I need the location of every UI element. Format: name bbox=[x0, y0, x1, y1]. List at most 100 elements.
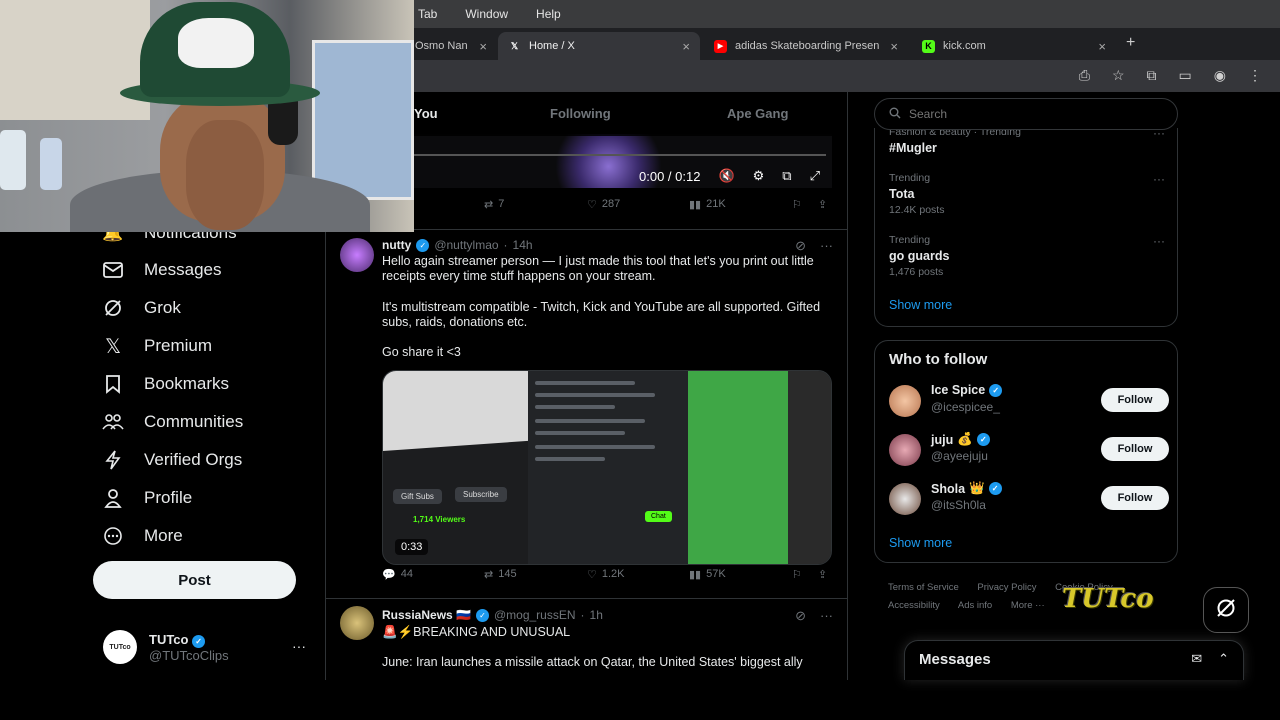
tab-for-you[interactable]: You bbox=[414, 106, 438, 121]
bookmark-icon bbox=[100, 371, 126, 397]
trend-item[interactable]: Fashion & beauty · Trending #Mugler ··· bbox=[889, 126, 1165, 155]
views-button[interactable]: ▮▮ 21K bbox=[689, 198, 726, 211]
nav-bookmarks[interactable]: Bookmarks bbox=[100, 371, 229, 397]
nav-grok[interactable]: Grok bbox=[100, 295, 181, 321]
profile-icon[interactable]: ◉ bbox=[1214, 67, 1226, 84]
bookmark-icon[interactable]: ⚐ bbox=[792, 198, 802, 211]
share-icon[interactable]: ⇪ bbox=[818, 568, 827, 581]
like-button[interactable]: ♡ 287 bbox=[587, 198, 620, 211]
trend-item[interactable]: Trending go guards 1,476 posts ··· bbox=[889, 234, 1165, 278]
close-icon[interactable]: × bbox=[890, 39, 898, 54]
chat-line bbox=[535, 419, 645, 423]
nav-more[interactable]: More bbox=[100, 523, 183, 549]
trend-item[interactable]: Trending Tota 12.4K posts ··· bbox=[889, 172, 1165, 216]
new-message-icon[interactable]: ✉ bbox=[1191, 651, 1202, 667]
search-input[interactable] bbox=[909, 107, 1149, 121]
close-icon[interactable]: × bbox=[1098, 39, 1106, 54]
more-icon[interactable]: ··· bbox=[1153, 172, 1165, 186]
close-icon[interactable]: × bbox=[479, 39, 487, 54]
menu-tab[interactable]: Tab bbox=[418, 7, 437, 21]
post-button[interactable]: Post bbox=[93, 561, 296, 599]
tweet-author-handle[interactable]: @nuttylmao bbox=[434, 238, 498, 252]
footer-link[interactable]: Accessibility bbox=[888, 600, 940, 611]
install-icon[interactable]: ⎙ bbox=[1079, 67, 1090, 84]
nav-verified-orgs[interactable]: Verified Orgs bbox=[100, 447, 242, 473]
show-more-trends-link[interactable]: Show more bbox=[889, 298, 952, 312]
tweet-media-video[interactable]: Gift Subs Subscribe 1,714 Viewers Chat 0… bbox=[382, 370, 832, 565]
new-tab-button[interactable]: + bbox=[1126, 34, 1135, 52]
avatar[interactable] bbox=[889, 385, 921, 417]
menu-window[interactable]: Window bbox=[465, 7, 508, 21]
suggestion-name: Ice Spice bbox=[931, 383, 986, 397]
verified-badge-icon: ✓ bbox=[192, 634, 206, 648]
nav-communities[interactable]: Communities bbox=[100, 409, 243, 435]
browser-tab-osmo[interactable]: Osmo Nan × bbox=[405, 32, 497, 60]
search-box[interactable] bbox=[874, 98, 1178, 130]
avatar[interactable] bbox=[889, 483, 921, 515]
nav-premium[interactable]: 𝕏 Premium bbox=[100, 333, 212, 359]
tab-ape-gang[interactable]: Ape Gang bbox=[727, 106, 788, 121]
views-button[interactable]: ▮▮ 57K bbox=[689, 568, 726, 581]
tweet-author-name[interactable]: nutty bbox=[382, 238, 411, 252]
nav-profile[interactable]: Profile bbox=[100, 485, 192, 511]
account-switcher[interactable]: TUTco TUTco ✓ @TUTcoClips bbox=[103, 630, 229, 664]
footer-link[interactable]: Ads info bbox=[958, 600, 992, 611]
follow-button[interactable]: Follow bbox=[1101, 486, 1169, 510]
verified-badge-icon: ✓ bbox=[475, 608, 489, 622]
webcam-bottle bbox=[0, 130, 26, 190]
menu-help[interactable]: Help bbox=[536, 7, 561, 21]
browser-tab-home-x[interactable]: 𝕏 Home / X × bbox=[498, 32, 700, 60]
grok-icon[interactable]: ⊘ bbox=[795, 238, 806, 254]
more-icon[interactable]: ··· bbox=[820, 238, 833, 254]
grok-fab-button[interactable] bbox=[1203, 587, 1249, 633]
webcam-hand bbox=[186, 120, 264, 230]
browser-tab-adidas[interactable]: ▶ adidas Skateboarding Presen × bbox=[704, 32, 908, 60]
nav-messages[interactable]: Messages bbox=[100, 257, 221, 283]
more-icon[interactable]: ··· bbox=[1153, 234, 1165, 248]
reply-button[interactable]: 💬 44 bbox=[382, 568, 413, 581]
fullscreen-icon[interactable]: ⤢ bbox=[810, 168, 820, 184]
close-icon[interactable]: × bbox=[682, 39, 690, 54]
like-button[interactable]: ♡ 1.2K bbox=[587, 568, 625, 581]
account-more-icon[interactable]: ··· bbox=[292, 638, 306, 654]
avatar[interactable] bbox=[889, 434, 921, 466]
expand-up-icon[interactable]: ⌃ bbox=[1218, 651, 1229, 667]
tweet-avatar[interactable] bbox=[340, 238, 374, 272]
tweet-avatar[interactable] bbox=[340, 606, 374, 640]
follow-suggestion[interactable]: Ice Spice ✓ @icespicee_ Follow bbox=[889, 383, 1169, 419]
nav-label: Verified Orgs bbox=[144, 450, 243, 469]
grok-icon[interactable]: ⊘ bbox=[795, 608, 806, 624]
tab-following[interactable]: Following bbox=[550, 106, 611, 121]
tweet-time[interactable]: 1h bbox=[590, 608, 603, 622]
follow-button[interactable]: Follow bbox=[1101, 437, 1169, 461]
kebab-menu-icon[interactable]: ⋮ bbox=[1248, 67, 1262, 84]
more-icon[interactable]: ··· bbox=[820, 608, 833, 624]
nav-label: Communities bbox=[144, 412, 244, 431]
browser-tab-kick[interactable]: K kick.com × bbox=[912, 32, 1116, 60]
share-icon[interactable]: ⇪ bbox=[818, 198, 827, 211]
sidepanel-icon[interactable]: ▭ bbox=[1179, 67, 1192, 84]
star-icon[interactable]: ☆ bbox=[1112, 67, 1125, 84]
settings-gear-icon[interactable]: ⚙ bbox=[753, 168, 765, 184]
video-scrubber[interactable] bbox=[386, 154, 826, 156]
footer-link[interactable]: More ··· bbox=[1011, 600, 1045, 611]
pip-icon[interactable]: ⧉ bbox=[782, 168, 791, 184]
follow-button[interactable]: Follow bbox=[1101, 388, 1169, 412]
trend-context: Trending bbox=[889, 172, 931, 184]
nav-label: More bbox=[144, 526, 183, 545]
tweet-author-handle[interactable]: @mog_russEN bbox=[494, 608, 576, 622]
repost-button[interactable]: ⇄ 145 bbox=[484, 568, 517, 581]
repost-button[interactable]: ⇄ 7 bbox=[484, 198, 504, 211]
extensions-icon[interactable]: ⧉ bbox=[1147, 67, 1157, 84]
footer-link[interactable]: Terms of Service bbox=[888, 582, 959, 593]
mute-icon[interactable]: 🔇 bbox=[718, 168, 734, 184]
video-player[interactable]: 0:00 / 0:12 🔇 ⚙ ⧉ ⤢ bbox=[386, 134, 832, 188]
messages-drawer[interactable]: Messages ✉ ⌃ bbox=[904, 640, 1244, 680]
bookmark-icon[interactable]: ⚐ bbox=[792, 568, 802, 581]
tweet-time[interactable]: 14h bbox=[513, 238, 533, 252]
tweet-author-name[interactable]: RussiaNews 🇷🇺 bbox=[382, 608, 471, 622]
follow-suggestion[interactable]: Shola 👑 ✓ @itsSh0la Follow bbox=[889, 481, 1169, 517]
follow-suggestion[interactable]: juju 💰 ✓ @ayeejuju Follow bbox=[889, 432, 1169, 468]
show-more-follow-link[interactable]: Show more bbox=[889, 536, 952, 550]
footer-link[interactable]: Privacy Policy bbox=[977, 582, 1036, 593]
